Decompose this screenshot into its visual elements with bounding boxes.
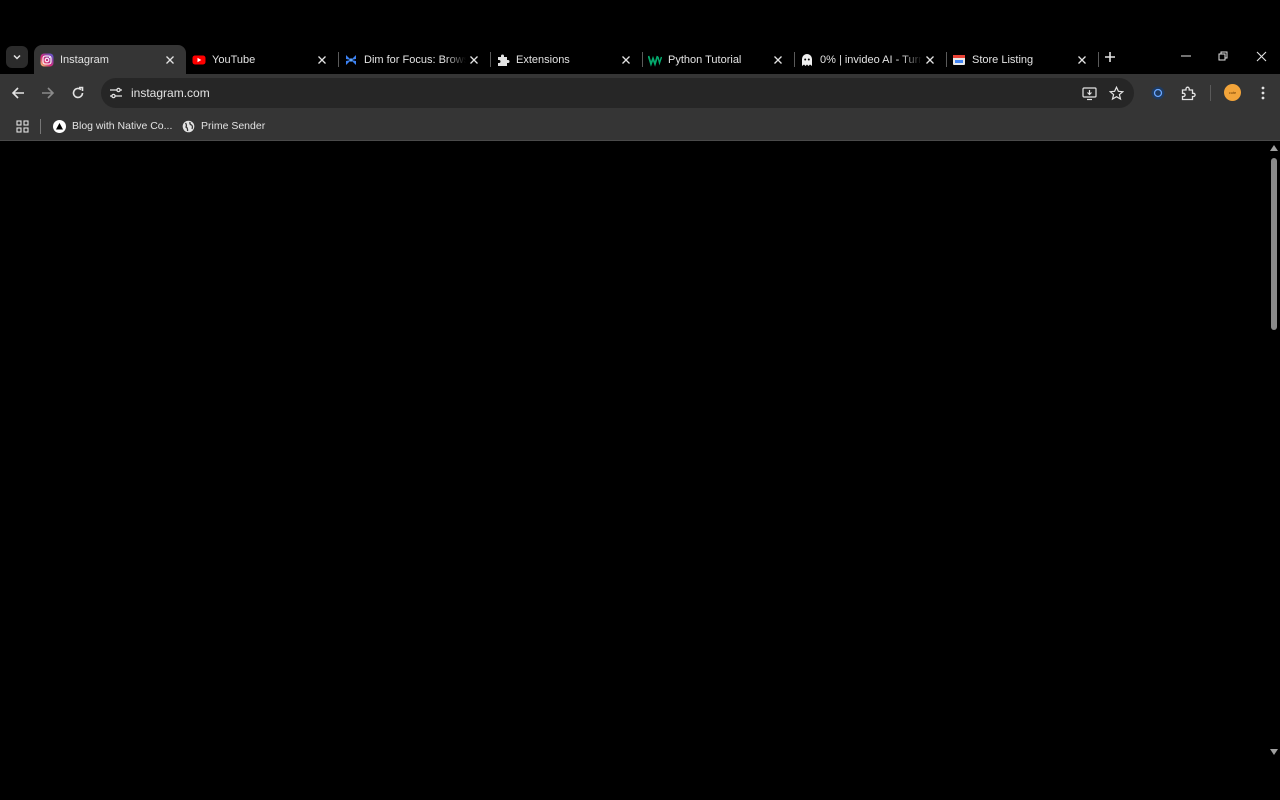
scroll-up-arrow-icon[interactable] <box>1270 144 1278 152</box>
profile-avatar[interactable]: cute <box>1224 84 1241 101</box>
w3schools-icon <box>648 53 662 67</box>
tab-extensions[interactable]: Extensions <box>490 45 643 74</box>
bookmark-item[interactable]: Prime Sender <box>182 116 265 136</box>
bookmark-item[interactable]: Blog with Native Co... <box>53 116 172 136</box>
bookmarks-bar: Blog with Native Co... Prime Sender <box>0 112 1280 141</box>
tab-instagram[interactable]: Instagram <box>34 45 186 74</box>
close-icon[interactable] <box>618 52 634 68</box>
scroll-down-arrow-icon[interactable] <box>1270 748 1278 756</box>
bookmark-label: Blog with Native Co... <box>72 120 173 132</box>
restore-button[interactable] <box>1208 44 1238 68</box>
kebab-menu-icon <box>1261 86 1265 100</box>
plus-icon <box>1105 52 1115 62</box>
tab-title: Extensions <box>516 53 570 66</box>
puzzle-piece-icon <box>496 53 510 67</box>
close-icon[interactable] <box>922 52 938 68</box>
dim-for-focus-icon <box>344 53 358 67</box>
site-info-icon[interactable] <box>108 85 124 101</box>
tab-search-button[interactable] <box>6 46 28 68</box>
new-tab-button[interactable] <box>1100 47 1120 67</box>
minimize-button[interactable] <box>1171 44 1201 68</box>
reload-icon <box>72 86 84 99</box>
globe-icon <box>182 120 195 133</box>
toolbar: instagram.com cute <box>0 74 1280 112</box>
close-icon[interactable] <box>314 52 330 68</box>
page-content <box>0 141 1268 800</box>
extension-icon[interactable] <box>1148 83 1168 103</box>
bookmarks-separator <box>40 119 41 134</box>
arrow-left-icon <box>11 87 24 99</box>
tab-title: Dim for Focus: Browser <box>364 53 466 66</box>
tab-title: Python Tutorial <box>668 53 742 66</box>
close-icon[interactable] <box>1074 52 1090 68</box>
tab-strip: Instagram YouTube Dim for Focus: Browser <box>0 0 1280 74</box>
forward-button[interactable] <box>37 82 59 104</box>
store-listing-icon <box>952 53 966 67</box>
reload-button[interactable] <box>67 82 89 104</box>
back-button[interactable] <box>7 82 29 104</box>
tab-title: Instagram <box>60 53 109 66</box>
apps-grid-icon[interactable] <box>14 118 30 134</box>
triangle-logo-icon <box>53 119 66 133</box>
close-icon[interactable] <box>770 52 786 68</box>
tab-list: Instagram YouTube Dim for Focus: Browser <box>34 45 1099 74</box>
star-icon[interactable] <box>1108 85 1124 101</box>
close-icon[interactable] <box>162 52 178 68</box>
address-bar[interactable]: instagram.com <box>101 78 1134 108</box>
install-app-icon[interactable] <box>1081 85 1097 101</box>
profile-initials: cute <box>1228 90 1237 95</box>
chevron-down-icon <box>13 54 21 60</box>
tab-dim-for-focus[interactable]: Dim for Focus: Browser <box>338 45 491 74</box>
tab-title: YouTube <box>212 53 256 66</box>
bookmark-label: Prime Sender <box>201 120 266 132</box>
menu-button[interactable] <box>1253 83 1273 103</box>
tab-title: 0% | invideo AI - Turn <box>820 53 922 66</box>
extensions-puzzle-icon[interactable] <box>1178 83 1198 103</box>
instagram-icon <box>40 53 54 67</box>
minimize-icon <box>1181 55 1191 57</box>
tab-store-listing[interactable]: Store Listing <box>946 45 1099 74</box>
restore-icon <box>1218 51 1228 61</box>
tab-title: Store Listing <box>972 53 1034 66</box>
close-window-button[interactable] <box>1246 44 1276 68</box>
vertical-scrollbar[interactable] <box>1268 141 1280 760</box>
url-text[interactable]: instagram.com <box>131 86 210 100</box>
close-icon[interactable] <box>466 52 482 68</box>
scrollbar-thumb[interactable] <box>1271 158 1277 330</box>
tab-invideo[interactable]: 0% | invideo AI - Turn <box>794 45 947 74</box>
tab-youtube[interactable]: YouTube <box>186 45 339 74</box>
close-icon <box>1256 51 1266 61</box>
youtube-icon <box>192 53 206 67</box>
arrow-right-icon <box>42 87 55 99</box>
toolbar-separator <box>1210 85 1211 101</box>
ghost-icon <box>800 53 814 67</box>
tab-separator <box>1098 52 1099 67</box>
tab-python-tutorial[interactable]: Python Tutorial <box>642 45 795 74</box>
